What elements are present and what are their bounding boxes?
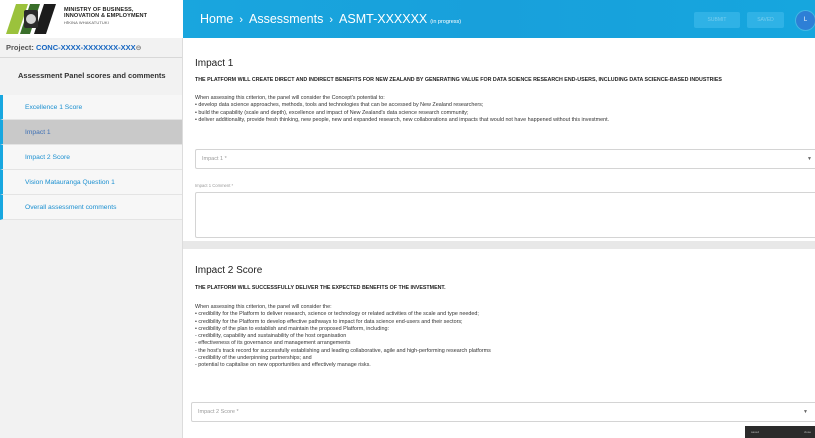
chevron-right-icon: › [329, 14, 334, 26]
caret-down-icon: ▼ [803, 409, 808, 415]
project-code[interactable]: CONC-XXXX-XXXXXXX-XXX [36, 43, 136, 52]
nz-crest-icon [6, 4, 56, 34]
impact-2-select[interactable]: Impact 2 Score * ▼ [191, 402, 815, 422]
impact-1-comment-label: Impact 1 Comment * [195, 183, 234, 188]
impact-2-description: When assessing this criterion, the panel… [195, 304, 491, 370]
sidebar-item-vision-matauranga[interactable]: Vision Matauranga Question 1 [0, 170, 182, 195]
logo-line-2: INNOVATION & EMPLOYMENT [64, 13, 148, 19]
submit-button[interactable]: SUBMIT [694, 12, 740, 28]
impact-2-bullet: - the host's track record for successful… [195, 347, 491, 354]
impact-2-bullet: - credibility of the underpinning partne… [195, 355, 312, 362]
impact-2-bullet: - credibility, capability and sustainabi… [195, 333, 347, 340]
section-divider [183, 241, 815, 249]
sidebar-item-overall-comments[interactable]: Overall assessment comments [0, 195, 182, 220]
main-content: Impact 1 THE PLATFORM WILL CREATE DIRECT… [183, 38, 815, 438]
impact-1-intro: When assessing this criterion, the panel… [195, 95, 385, 101]
impact-1-bullet: • develop data science approaches, metho… [195, 102, 484, 109]
impact-2-subheading: THE PLATFORM WILL SUCCESSFULLY DELIVER T… [195, 285, 446, 291]
toast-message: saved [751, 430, 760, 434]
impact-1-panel: Impact 1 THE PLATFORM WILL CREATE DIRECT… [183, 38, 815, 240]
sidebar: Project: CONC-XXXX-XXXXXXX-XXX⊖ Assessme… [0, 38, 183, 438]
impact-2-panel: Impact 2 Score THE PLATFORM WILL SUCCESS… [183, 249, 815, 438]
app-header: MINISTRY OF BUSINESS, INNOVATION & EMPLO… [0, 0, 815, 38]
impact-1-comment-field[interactable] [195, 192, 815, 238]
mbie-logo[interactable]: MINISTRY OF BUSINESS, INNOVATION & EMPLO… [0, 0, 183, 38]
impact-1-bullet: • build the capability (scale and depth)… [195, 109, 469, 116]
breadcrumb: Home › Assessments › ASMT-XXXXXX (in pro… [200, 12, 461, 26]
impact-2-bullet: • credibility for the Platform to delive… [195, 311, 479, 318]
impact-2-bullet: • credibility for the Platform to develo… [195, 318, 463, 325]
impact-2-select-placeholder: Impact 2 Score * [198, 409, 239, 415]
impact-2-bullet: • credibility of the plan to establish a… [195, 325, 389, 332]
status-text: (in progress) [430, 19, 462, 25]
project-header: Project: CONC-XXXX-XXXXXXX-XXX⊖ [0, 38, 182, 58]
impact-1-select-placeholder: Impact 1 * [202, 156, 227, 162]
impact-1-subheading: THE PLATFORM WILL CREATE DIRECT AND INDI… [195, 77, 722, 83]
saved-button[interactable]: SAVED [747, 12, 784, 28]
impact-1-title: Impact 1 [195, 58, 234, 69]
toast-notification: saved close [745, 426, 815, 438]
toast-close-button[interactable]: close [804, 430, 811, 434]
sidebar-section-title: Assessment Panel scores and comments [18, 71, 166, 80]
sidebar-item-impact-1[interactable]: Impact 1 [0, 120, 182, 145]
breadcrumb-assessments[interactable]: Assessments [249, 12, 323, 26]
logo-text: MINISTRY OF BUSINESS, INNOVATION & EMPLO… [64, 7, 147, 26]
chevron-right-icon: › [239, 14, 244, 26]
caret-down-icon: ▼ [807, 156, 812, 162]
sidebar-item-excellence-1-score[interactable]: Excellence 1 Score [0, 95, 182, 120]
impact-2-title: Impact 2 Score [195, 265, 263, 276]
avatar[interactable]: L [796, 11, 815, 30]
impact-1-select[interactable]: Impact 1 * ▼ [195, 149, 815, 169]
impact-1-bullet: • deliver additionality, provide fresh t… [195, 116, 610, 123]
logo-line-3: HĪKINA WHAKATUTUKI [64, 20, 109, 25]
impact-2-intro: When assessing this criterion, the panel… [195, 304, 332, 310]
lock-icon: ⊖ [135, 45, 142, 52]
breadcrumb-current: ASMT-XXXXXX [339, 12, 428, 26]
project-label: Project: [6, 43, 34, 52]
sidebar-item-impact-2-score[interactable]: Impact 2 Score [0, 145, 182, 170]
breadcrumb-home[interactable]: Home [200, 12, 233, 26]
impact-2-bullet: - effectiveness of its governance and ma… [195, 340, 351, 347]
impact-2-bullet: - potential to capitalise on new opportu… [195, 362, 371, 369]
impact-1-description: When assessing this criterion, the panel… [195, 95, 609, 124]
